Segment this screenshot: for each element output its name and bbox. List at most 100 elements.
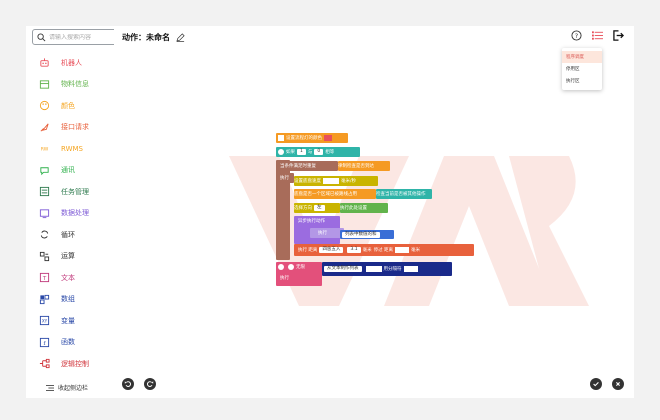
- distance-value[interactable]: 3.1: [347, 247, 361, 253]
- block-execute-setting[interactable]: 执行此处设置: [340, 203, 388, 213]
- block-label: 设置流程灯的颜色: [286, 136, 322, 141]
- sidebar-item-label: 接口请求: [61, 123, 89, 132]
- palette-icon: [38, 100, 50, 112]
- block-do-label: 执行: [280, 173, 294, 183]
- sidebar: 机器人物料信息颜色接口请求 RW RWMS 通讯任务管理数据处理循环运算 T 文本数组 XY…: [26, 26, 136, 398]
- workspace: 动作：未命名 ? 程序调度 停用区 执行区 设置流程灯的颜色 如果 1 与 0 …: [114, 26, 634, 398]
- sidebar-item-rwms[interactable]: RW RWMS: [38, 138, 89, 160]
- sidebar-item-loop[interactable]: 循环: [38, 224, 89, 246]
- block-label: 执行: [280, 176, 289, 181]
- block-label: 与: [307, 150, 313, 155]
- sidebar-item-data[interactable]: 数据处理: [38, 203, 89, 225]
- block-text-to-list[interactable]: 从文本制作列表 用分隔符: [322, 262, 452, 276]
- block-set-light-color[interactable]: 设置流程灯的颜色: [276, 133, 348, 143]
- sidebar-item-rocket[interactable]: 接口请求: [38, 117, 89, 139]
- help-button[interactable]: ?: [571, 30, 582, 41]
- block-repeat-while[interactable]: 当条件满足时重复: [280, 161, 338, 171]
- undo-icon: [124, 381, 131, 387]
- function-icon: f: [38, 336, 50, 348]
- block-label: 检查当前是否被其他操作: [376, 192, 426, 197]
- block-label: 毫米: [411, 248, 421, 253]
- sidebar-item-chat[interactable]: 通讯: [38, 160, 89, 182]
- chat-icon: [38, 164, 50, 176]
- menu-option-running[interactable]: 执行区: [562, 75, 602, 87]
- rwms-icon: RW: [38, 143, 50, 155]
- block-label: 执行 距离: [298, 248, 318, 253]
- sidebar-item-label: 数据处理: [61, 209, 89, 218]
- logic-icon: [38, 358, 50, 370]
- menu-option-stopped[interactable]: 停用区: [562, 63, 602, 75]
- block-execute-distance[interactable]: 执行 距离 四舍五入 3.1 毫米 停过 距离 毫米: [294, 244, 474, 256]
- material-icon: [38, 78, 50, 90]
- loop-icon: [38, 229, 50, 241]
- sidebar-item-label: 文本: [61, 273, 75, 282]
- exit-button[interactable]: [613, 30, 624, 41]
- block-label: 异步执行动作: [298, 219, 325, 224]
- sidebar-item-label: RWMS: [61, 144, 83, 153]
- block-check-other-operation[interactable]: 检查当前是否被其他操作: [376, 189, 432, 199]
- block-select-direction[interactable]: 选择方向左: [294, 203, 340, 213]
- collapse-label: 收起侧边栏: [58, 385, 89, 392]
- sidebar-item-label: 数组: [61, 295, 75, 304]
- svg-text:XY: XY: [41, 319, 47, 324]
- undo-button[interactable]: [122, 378, 134, 390]
- block-label: 用分隔符: [383, 267, 402, 272]
- block-set-chassis-speed[interactable]: 设置底盘速度 毫米/秒: [294, 176, 378, 186]
- sidebar-item-palette[interactable]: 颜色: [38, 95, 89, 117]
- confirm-button[interactable]: [590, 378, 602, 390]
- block-label: 律制检查是否到达: [338, 164, 374, 169]
- sidebar-item-robot[interactable]: 机器人: [38, 52, 89, 74]
- block-label: 无限: [296, 265, 305, 270]
- sidebar-item-label: 运算: [61, 252, 75, 261]
- check-icon: [593, 382, 599, 387]
- sidebar-item-variable[interactable]: XY 变量: [38, 310, 89, 332]
- block-label: 毫米/秒: [341, 179, 357, 184]
- data-icon: [38, 207, 50, 219]
- block-field[interactable]: 0: [314, 149, 324, 155]
- sidebar-item-material[interactable]: 物料信息: [38, 74, 89, 96]
- list-menu-button[interactable]: [592, 30, 603, 41]
- block-field[interactable]: 1: [297, 149, 306, 155]
- direction-dropdown[interactable]: 左: [314, 205, 325, 211]
- cancel-button[interactable]: [612, 378, 624, 390]
- block-label: 如果: [286, 150, 295, 155]
- block-label: 毫米: [362, 248, 372, 253]
- sidebar-item-label: 颜色: [61, 101, 75, 110]
- sidebar-item-function[interactable]: f 函数: [38, 332, 89, 354]
- block-field[interactable]: 从文本制作列表: [324, 266, 362, 272]
- svg-text:?: ?: [575, 32, 578, 40]
- sidebar-item-label: 通讯: [61, 166, 75, 175]
- collapse-sidebar-button[interactable]: 收起侧边栏: [46, 383, 88, 392]
- block-area-occupied[interactable]: 底盘是否一个区域已被路线占用: [294, 189, 376, 199]
- redo-button[interactable]: [144, 378, 156, 390]
- task-icon: [38, 186, 50, 198]
- confirm-cancel-tools: [590, 378, 624, 390]
- help-icon: ?: [571, 30, 582, 41]
- block-label: 底盘是否一个区域已被路线占用: [294, 192, 357, 197]
- rocket-icon: [38, 121, 50, 133]
- list-dropdown-menu: 程序调度 停用区 执行区: [562, 48, 602, 90]
- exit-icon: [613, 30, 624, 41]
- block-label: 选择方向: [294, 206, 312, 211]
- watermark-logo: [229, 156, 589, 306]
- sidebar-item-calc[interactable]: 运算: [38, 246, 89, 268]
- sidebar-item-label: 物料信息: [61, 80, 89, 89]
- category-list: 机器人物料信息颜色接口请求 RW RWMS 通讯任务管理数据处理循环运算 T 文本数组 XY…: [38, 52, 89, 375]
- sidebar-item-label: 任务管理: [61, 187, 89, 196]
- calc-icon: [38, 250, 50, 262]
- menu-option-scheduling[interactable]: 程序调度: [562, 51, 602, 63]
- edit-icon[interactable]: [176, 33, 185, 42]
- sidebar-item-array[interactable]: 数组: [38, 289, 89, 311]
- sidebar-item-logic[interactable]: 逻辑控制: [38, 353, 89, 375]
- sidebar-item-task[interactable]: 任务管理: [38, 181, 89, 203]
- block-field[interactable]: 列表中数值的和: [342, 231, 380, 238]
- sidebar-item-text[interactable]: T 文本: [38, 267, 89, 289]
- block-list-sum[interactable]: 列表中数值的和: [340, 230, 394, 239]
- sidebar-item-label: 循环: [61, 230, 75, 239]
- robot-icon: [38, 57, 50, 69]
- svg-text:f: f: [43, 341, 46, 347]
- block-if[interactable]: 如果 1 与 0 相等: [276, 147, 360, 157]
- block-check-arrived[interactable]: 律制检查是否到达: [338, 161, 390, 171]
- page-title: 动作：未命名: [122, 33, 170, 42]
- round-dropdown[interactable]: 四舍五入: [319, 247, 344, 253]
